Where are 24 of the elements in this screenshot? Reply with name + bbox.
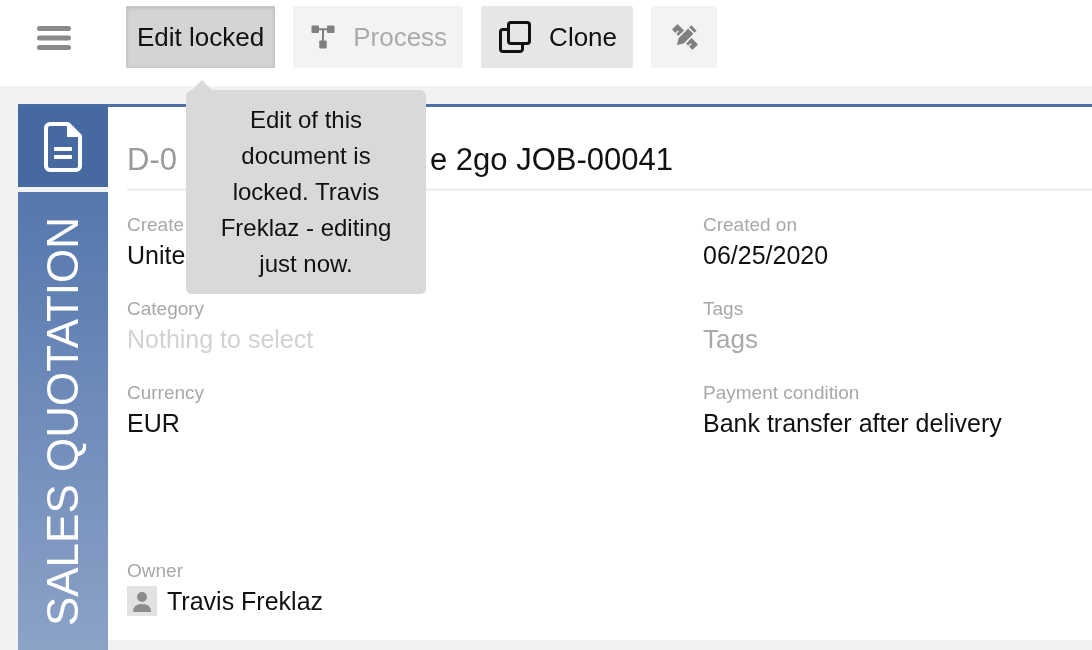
field-value: 06/25/2020 (703, 240, 829, 271)
owner-name: Travis Freklaz (167, 586, 324, 617)
copy-icon (499, 21, 532, 53)
field-label: Payment condition (703, 381, 860, 405)
document-number: D-0 (127, 141, 177, 179)
field-value: Unite (127, 240, 186, 271)
document-icon (44, 122, 82, 172)
menu-icon[interactable] (37, 26, 71, 50)
flow-diagram-icon (311, 25, 336, 49)
field-value: EUR (127, 408, 180, 439)
tags-field[interactable]: Tags (703, 321, 776, 357)
field-label: Owner (127, 559, 183, 583)
toolbar-button[interactable]: Clone (481, 6, 634, 68)
field-label: Created on (703, 213, 797, 237)
field-label: Currency (127, 381, 205, 405)
sidebar-title: SALES QUOTATION (41, 216, 85, 626)
tooltip: Edit of this document is locked. Travis Freklaz - editing just now. (186, 80, 426, 294)
document-title: e 2go JOB-00041 (430, 141, 673, 179)
field-label: Tags (703, 297, 744, 321)
toolbar-button[interactable]: Edit locked (126, 6, 276, 68)
avatar-icon (127, 586, 157, 616)
field-label: Create (127, 213, 185, 237)
field-label: Category (127, 297, 205, 321)
field-value: Bank transfer after delivery (703, 408, 1002, 439)
